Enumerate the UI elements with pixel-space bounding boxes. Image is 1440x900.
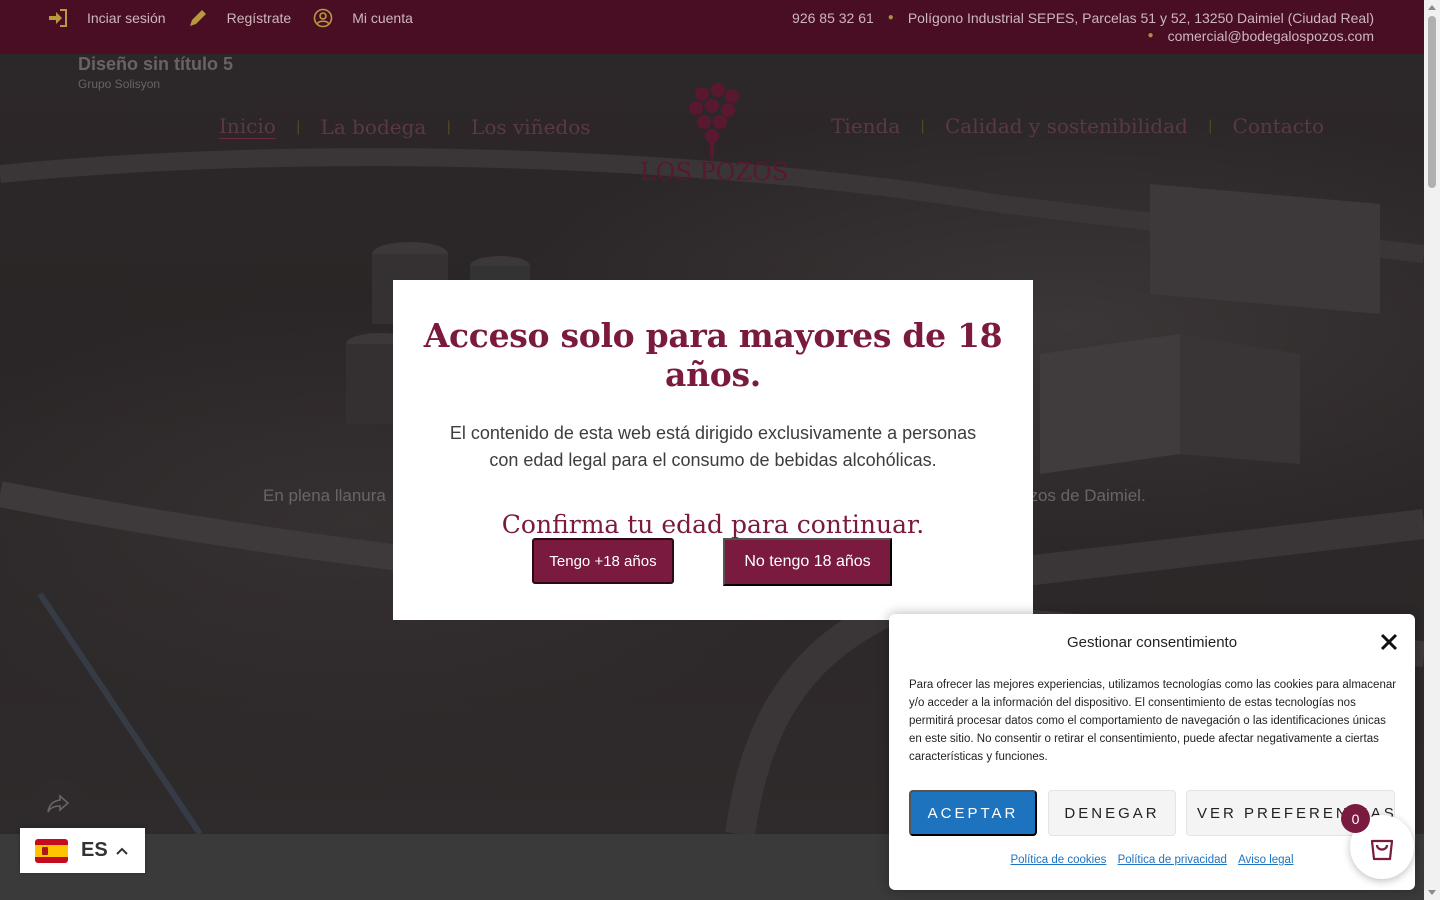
account-link[interactable]: Mi cuenta — [313, 8, 413, 28]
page-scrollbar[interactable] — [1424, 0, 1440, 900]
legal-notice-link[interactable]: Aviso legal — [1238, 854, 1293, 866]
chevron-up-icon — [115, 842, 128, 860]
grape-logo-icon: LOS POZOS — [640, 83, 788, 186]
consent-links: Política de cookies Política de privacid… — [889, 854, 1415, 866]
main-nav-left: Inicio | La bodega | Los viñedos — [219, 114, 591, 139]
user-circle-icon — [313, 8, 333, 28]
share-button[interactable] — [30, 778, 86, 830]
register-link[interactable]: Regístrate — [188, 8, 292, 28]
cookie-policy-link[interactable]: Política de cookies — [1010, 854, 1106, 866]
language-switcher[interactable]: ES — [20, 828, 145, 873]
deny-button[interactable]: DENEGAR — [1048, 790, 1176, 836]
age-modal-title: Acceso solo para mayores de 18 años. — [423, 316, 1003, 394]
nav-separator: | — [920, 118, 925, 134]
close-icon[interactable] — [1379, 632, 1399, 652]
privacy-policy-link[interactable]: Política de privacidad — [1118, 854, 1227, 866]
login-link[interactable]: Inciar sesión — [48, 8, 166, 28]
cookie-consent-panel: Gestionar consentimiento Para ofrecer la… — [889, 614, 1415, 890]
account-label: Mi cuenta — [352, 10, 413, 26]
scroll-up-icon[interactable] — [1428, 5, 1436, 10]
address: Polígono Industrial SEPES, Parcelas 51 y… — [907, 10, 1374, 26]
hero-text-left: En plena llanura — [263, 486, 386, 505]
over-18-button[interactable]: Tengo +18 años — [532, 538, 674, 584]
site-title[interactable]: Diseño sin título 5 — [78, 54, 233, 75]
consent-title: Gestionar consentimiento — [1066, 634, 1238, 651]
top-bar: Inciar sesión Regístrate Mi cuenta 926 8… — [0, 0, 1424, 54]
contact-info: 926 85 32 61 ● Polígono Industrial SEPES… — [792, 9, 1374, 45]
nav-item-inicio[interactable]: Inicio — [219, 114, 276, 139]
nav-item-la-bodega[interactable]: La bodega — [321, 115, 427, 139]
age-modal-confirm: Confirma tu edad para continuar. — [501, 510, 925, 539]
site-subtitle: Grupo Solisyon — [78, 77, 161, 91]
account-links: Inciar sesión Regístrate Mi cuenta — [48, 8, 435, 28]
cart-count-badge: 0 — [1341, 804, 1370, 833]
under-18-button[interactable]: No tengo 18 años — [723, 538, 892, 586]
main-nav-right: Tienda | Calidad y sostenibilidad | Cont… — [831, 114, 1324, 138]
age-modal-body: El contenido de esta web está dirigido e… — [449, 423, 977, 470]
consent-text: Para ofrecer las mejores experiencias, u… — [909, 679, 1397, 763]
bullet-icon: ● — [887, 12, 894, 23]
age-verification-modal: Acceso solo para mayores de 18 años. El … — [393, 280, 1033, 620]
hero-text-right: ozos de Daimiel. — [1020, 486, 1146, 505]
brand-logo[interactable]: LOS POZOS — [636, 76, 792, 191]
share-arrow-icon — [47, 794, 70, 813]
nav-separator: | — [446, 118, 452, 135]
nav-item-contacto[interactable]: Contacto — [1233, 114, 1324, 138]
language-code: ES — [81, 839, 108, 861]
spain-flag-icon — [35, 838, 68, 863]
scroll-down-icon[interactable] — [1428, 890, 1436, 895]
pencil-icon — [188, 8, 208, 28]
scrollbar-thumb[interactable] — [1428, 16, 1436, 188]
nav-separator: | — [1207, 118, 1213, 134]
logo-wordmark: LOS POZOS — [640, 158, 788, 186]
nav-item-los-vinedos[interactable]: Los viñedos — [471, 115, 590, 139]
nav-item-calidad[interactable]: Calidad y sostenibilidad — [945, 114, 1188, 138]
site-title-block: Diseño sin título 5 Grupo Solisyon — [78, 54, 233, 91]
sign-in-icon — [48, 8, 68, 28]
login-label: Inciar sesión — [87, 10, 166, 26]
accept-button[interactable]: ACEPTAR — [909, 790, 1037, 836]
nav-separator: | — [295, 118, 301, 135]
email-link[interactable]: comercial@bodegalospozos.com — [1168, 27, 1374, 45]
bullet-icon: ● — [1147, 30, 1154, 41]
phone-number[interactable]: 926 85 32 61 — [792, 9, 874, 27]
register-label: Regístrate — [226, 10, 292, 26]
shopping-bag-icon — [1370, 839, 1394, 861]
nav-item-tienda[interactable]: Tienda — [831, 114, 900, 138]
